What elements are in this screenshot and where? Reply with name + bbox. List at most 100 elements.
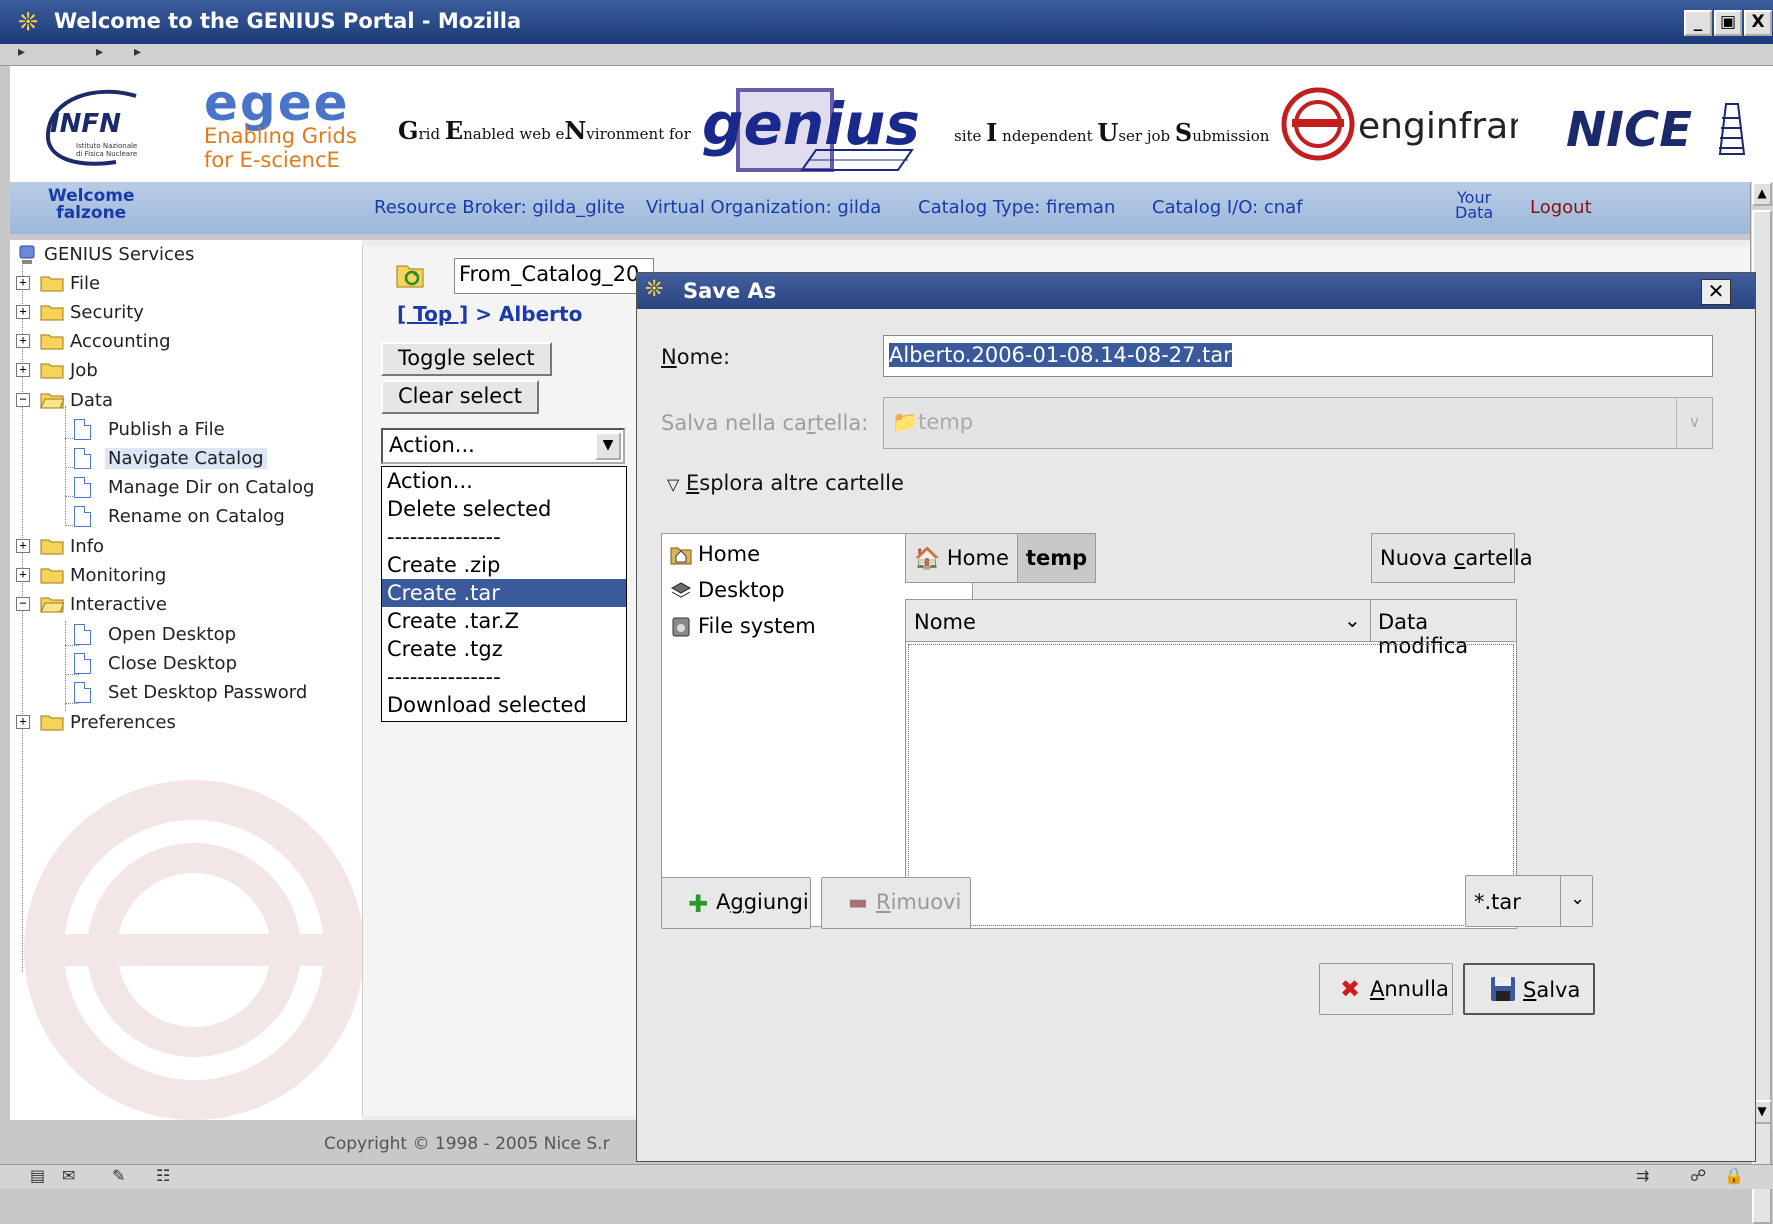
toolbar-grip-icon[interactable]: ▸: [96, 44, 103, 60]
column-name-header[interactable]: Nome: [914, 610, 976, 634]
breadcrumb-current: > Alberto: [468, 302, 583, 326]
tree-item-label: Set Desktop Password: [108, 682, 308, 703]
resource-broker-link[interactable]: Resource Broker: gilda_glite: [374, 197, 625, 218]
action-option[interactable]: Delete selected: [382, 495, 626, 523]
infn-logo: INFN Istituto Nazionale di Fisica Nuclea…: [45, 89, 137, 166]
save-in-folder-combo[interactable]: 📁temp ∨: [883, 397, 1713, 449]
navigator-icon[interactable]: ▤: [30, 1166, 45, 1185]
action-option[interactable]: Create .tgz: [382, 635, 626, 663]
tree-item-label: Monitoring: [70, 565, 167, 586]
catalog-path-input[interactable]: From_Catalog_20: [454, 258, 654, 294]
watermark-logo: [24, 780, 362, 1120]
browse-folders-expander[interactable]: ▽ Esplora altre cartelle: [667, 471, 904, 495]
cancel-x-icon: ✖: [1340, 975, 1361, 1003]
action-select[interactable]: Action... ▼: [381, 428, 625, 464]
genius-acronym-text-2: site I ndependent User job Submission: [954, 118, 1270, 147]
your-data-link[interactable]: Your Data: [1455, 190, 1493, 221]
action-option[interactable]: Action...: [382, 467, 626, 495]
save-button[interactable]: Salva: [1463, 963, 1595, 1015]
file-list: Nome ⌄ Data modifica: [905, 599, 1517, 929]
cancel-label: Annulla: [1370, 977, 1449, 1001]
action-select-value: Action...: [389, 433, 475, 457]
tree-item-label: Rename on Catalog: [108, 506, 285, 527]
new-folder-button[interactable]: Nuova cartella: [1371, 533, 1533, 583]
path-button-home[interactable]: 🏠 Home: [905, 533, 1018, 583]
file-type-filter[interactable]: *.tar ⌄: [1465, 875, 1593, 927]
minimize-button[interactable]: _: [1684, 10, 1712, 36]
filename-value: Alberto.2006-01-08.14-08-27.tar: [889, 343, 1232, 367]
document-icon: [74, 419, 91, 440]
computer-icon: [19, 245, 35, 264]
expand-icon[interactable]: +: [16, 715, 30, 729]
expand-icon[interactable]: +: [16, 305, 30, 319]
portal-logo-bar: INFN Istituto Nazionale di Fisica Nuclea…: [10, 66, 1773, 182]
remove-bookmark-button[interactable]: ▬ Rimuovi: [821, 877, 971, 929]
toolbar-grip-icon[interactable]: ▸: [134, 44, 141, 60]
chevron-down-icon[interactable]: ∨: [1676, 398, 1712, 448]
dialog-title: Save As: [683, 279, 777, 303]
composer-icon[interactable]: ✎: [112, 1166, 125, 1185]
refresh-folder-icon[interactable]: [395, 260, 425, 290]
genius-acronym-text: Grid Enabled web eNvironment for: [398, 116, 691, 145]
action-option-highlighted[interactable]: Create .tar: [382, 579, 626, 607]
expand-icon[interactable]: +: [16, 363, 30, 377]
cancel-button[interactable]: ✖ Annulla: [1319, 963, 1453, 1015]
expand-icon[interactable]: +: [16, 276, 30, 290]
dialog-close-button[interactable]: ✕: [1701, 279, 1731, 305]
tree-item-label: Job: [70, 360, 98, 381]
scroll-up-icon[interactable]: ▲: [1752, 182, 1772, 206]
folder-icon: [40, 334, 64, 350]
catalog-type-link[interactable]: Catalog Type: fireman: [918, 197, 1115, 218]
path-button-temp[interactable]: temp: [1017, 533, 1097, 583]
action-option[interactable]: Create .tar.Z: [382, 607, 626, 635]
window-titlebar: ❊ Welcome to the GENIUS Portal - Mozilla…: [0, 0, 1773, 44]
document-icon: [74, 682, 91, 703]
address-book-icon[interactable]: ☷: [156, 1166, 170, 1185]
lock-icon: 🔒: [1724, 1166, 1744, 1185]
action-option[interactable]: Create .zip: [382, 551, 626, 579]
clear-select-button[interactable]: Clear select: [381, 380, 539, 414]
services-sidebar: GENIUS Services + File + Security + Acco…: [10, 240, 362, 1120]
window-title: Welcome to the GENIUS Portal - Mozilla: [54, 9, 522, 33]
mozilla-app-icon: ❊: [645, 277, 664, 302]
minus-icon: ▬: [848, 890, 868, 914]
toolbar-grip-icon[interactable]: ▸: [18, 44, 25, 60]
open-folder-icon: [40, 597, 64, 613]
place-label: File system: [698, 614, 816, 638]
folder-icon: [40, 276, 64, 292]
collapse-icon[interactable]: −: [16, 597, 30, 611]
collapse-icon[interactable]: −: [16, 393, 30, 407]
save-label: Salva: [1523, 978, 1581, 1002]
maximize-button[interactable]: ▣: [1714, 10, 1742, 36]
path-button-label: Home: [946, 546, 1009, 570]
tree-item-label: Navigate Catalog: [105, 448, 267, 469]
chevron-down-icon[interactable]: ⌄: [1570, 888, 1585, 909]
file-list-body[interactable]: [908, 644, 1514, 926]
sort-chevron-icon[interactable]: ⌄: [1344, 608, 1361, 632]
mail-icon[interactable]: ✉: [62, 1166, 75, 1185]
expand-icon[interactable]: +: [16, 539, 30, 553]
breadcrumb-top-link[interactable]: [ Top ]: [397, 302, 468, 326]
virtual-organization-link[interactable]: Virtual Organization: gilda: [646, 197, 881, 218]
chevron-down-icon[interactable]: ▼: [595, 432, 621, 460]
portal-nav-bar: Welcome falzone Resource Broker: gilda_gl…: [10, 182, 1750, 234]
close-window-button[interactable]: X: [1744, 10, 1772, 36]
tree-root-label: GENIUS Services: [44, 244, 195, 265]
toggle-select-button[interactable]: Toggle select: [381, 342, 552, 376]
expand-icon[interactable]: +: [16, 334, 30, 348]
filename-input[interactable]: Alberto.2006-01-08.14-08-27.tar: [883, 335, 1713, 377]
folder-icon: [40, 539, 64, 555]
add-bookmark-button[interactable]: ✚ Aggiungi: [661, 877, 811, 929]
folder-icon: [40, 305, 64, 321]
breadcrumb: [ Top ] > Alberto: [397, 302, 582, 326]
browser-status-bar: ▤ ✉ ✎ ☷ ⇉ ☍ 🔒: [0, 1164, 1773, 1189]
document-icon: [74, 653, 91, 674]
svg-text:Istituto Nazionale: Istituto Nazionale: [76, 142, 137, 150]
catalog-io-link[interactable]: Catalog I/O: cnaf: [1152, 197, 1303, 218]
welcome-user[interactable]: Welcome falzone: [48, 188, 135, 222]
name-label: Nome:: [661, 345, 731, 369]
expand-icon[interactable]: +: [16, 568, 30, 582]
logout-link[interactable]: Logout: [1530, 197, 1592, 218]
column-divider: [1370, 600, 1371, 642]
action-option[interactable]: Download selected: [382, 691, 626, 719]
